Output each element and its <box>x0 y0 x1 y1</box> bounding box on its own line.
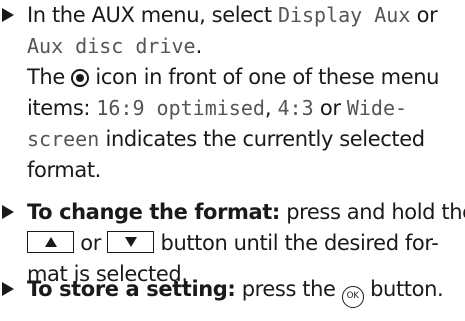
down-arrow-key-icon <box>107 231 155 253</box>
step2-line1: To change the format: press and hold the <box>27 200 465 224</box>
step-marker-icon <box>2 282 14 296</box>
instruction-page: In the AUX menu, select Display Aux or A… <box>0 0 465 321</box>
option-display-aux: Display Aux <box>277 3 411 27</box>
up-arrow-key-icon <box>27 231 74 253</box>
format-widescreen-part2: screen <box>27 127 100 151</box>
ok-button-icon: OK <box>341 286 364 308</box>
format-widescreen-part1: Wide- <box>346 96 408 120</box>
step1-line1: In the AUX menu, select Display Aux or <box>27 3 438 27</box>
step2-line2: or button until the desired for- <box>27 228 439 259</box>
format-16-9: 16:9 optimised <box>96 96 265 120</box>
step2-heading: To change the format: <box>27 200 280 224</box>
step1-line4: items: 16:9 optimised, 4:3 or Wide- <box>27 96 408 120</box>
step3-line1: To store a setting: press the OK button. <box>27 274 444 308</box>
radio-selected-icon <box>71 69 90 87</box>
step1-line6: format. <box>27 158 101 182</box>
step1-line5: screen indicates the currently selected <box>27 127 425 151</box>
step3-heading: To store a setting: <box>27 277 236 301</box>
step-marker-icon <box>2 8 14 22</box>
step-marker-icon <box>2 205 14 219</box>
format-4-3: 4:3 <box>277 96 314 120</box>
step1-line3: The icon in front of one of these menu <box>27 65 440 89</box>
option-aux-disc-drive: Aux disc drive <box>27 34 196 58</box>
step1-line2: Aux disc drive. <box>27 34 202 58</box>
